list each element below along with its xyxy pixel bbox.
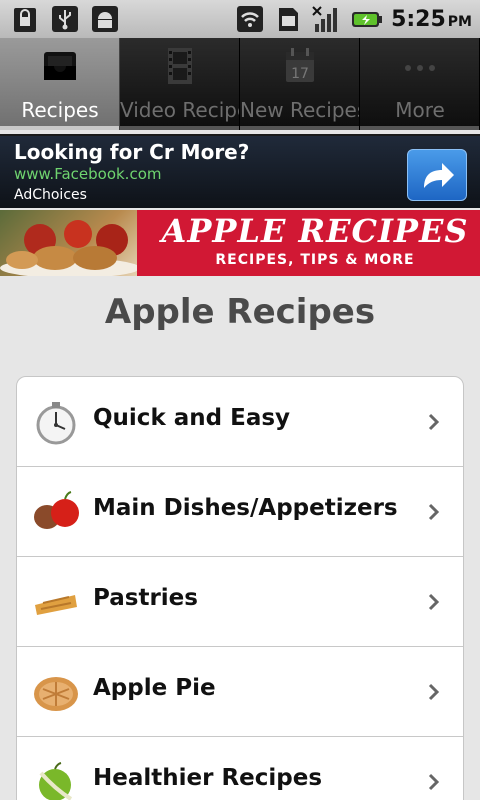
apple-pastries-photo (0, 210, 140, 276)
page-title: Apple Recipes (104, 292, 376, 332)
list-item-label: Quick and Easy (93, 405, 291, 431)
ad-choices-link[interactable]: AdChoices (14, 187, 87, 203)
chevron-right-icon (428, 773, 440, 791)
ad-banner[interactable]: Looking for Cr More? www.Facebook.com Ad… (0, 134, 480, 208)
tab-separator (240, 126, 359, 130)
chevron-right-icon (428, 593, 440, 611)
chevron-right-icon (428, 503, 440, 521)
status-bar: 5:25 PM (0, 0, 480, 38)
list-item-pastries[interactable]: Pastries (17, 557, 463, 647)
ad-url[interactable]: www.Facebook.com (14, 165, 161, 183)
ad-title[interactable]: Looking for Cr More? (14, 140, 249, 164)
signal-off-icon (312, 6, 338, 32)
share-arrow-icon (424, 163, 454, 188)
measuring-tape-apple-icon (39, 762, 73, 800)
header-subtitle: RECIPES, TIPS & MORE (215, 252, 415, 268)
tab-label-more: More (395, 98, 445, 122)
list-item-healthier-recipes[interactable]: Healthier Recipes (17, 737, 463, 800)
list-item-label: Main Dishes/Appetizers (93, 495, 398, 521)
sim-lock-icon (14, 8, 36, 32)
film-icon (168, 48, 192, 84)
list-item-label: Apple Pie (93, 675, 216, 701)
calendar-day-text: 17 (291, 66, 309, 82)
ad-open-button[interactable] (407, 149, 467, 201)
wifi-icon (237, 6, 264, 32)
android-debug-icon (92, 6, 118, 32)
list-item-main-dishes[interactable]: Main Dishes/Appetizers (17, 467, 463, 557)
tab-separator (120, 126, 239, 130)
calendar-icon: 17 (286, 48, 314, 82)
chevron-right-icon (428, 683, 440, 701)
pastry-icon (35, 595, 77, 615)
clock: 5:25 PM (391, 6, 472, 32)
tab-new-recipes[interactable]: 17 New Recipes (240, 38, 360, 130)
list-item-quick-and-easy[interactable]: Quick and Easy (17, 377, 463, 467)
stopwatch-icon (36, 402, 76, 445)
tab-label-new-recipes: New Recipes (240, 98, 360, 122)
apples-icon (34, 491, 79, 529)
tab-label-video-recipes: Video Recipes (120, 98, 239, 122)
more-icon (405, 65, 435, 71)
tab-bar: Recipes Video Recipes 17 New Recipes (0, 38, 480, 130)
list-item-apple-pie[interactable]: Apple Pie (17, 647, 463, 737)
tab-recipes[interactable]: Recipes (0, 38, 120, 130)
chevron-right-icon (428, 413, 440, 431)
tab-more[interactable]: More (360, 38, 480, 130)
list-item-label: Pastries (93, 585, 198, 611)
battery-charging-icon (352, 12, 383, 27)
sd-card-icon (279, 8, 299, 31)
tab-video-recipes[interactable]: Video Recipes (120, 38, 240, 130)
tab-label-recipes: Recipes (21, 98, 99, 122)
category-list: Quick and Easy Main Dishes/Appetizers Pa… (16, 376, 464, 800)
header-banner: APPLE RECIPES RECIPES, TIPS & MORE (0, 210, 480, 276)
header-title: APPLE RECIPES (161, 212, 469, 250)
list-item-label: Healthier Recipes (93, 765, 323, 791)
tab-separator (360, 126, 479, 130)
usb-icon (52, 6, 78, 32)
drawer-icon (44, 52, 76, 80)
tab-indicator (0, 126, 119, 130)
pie-icon (34, 677, 78, 711)
